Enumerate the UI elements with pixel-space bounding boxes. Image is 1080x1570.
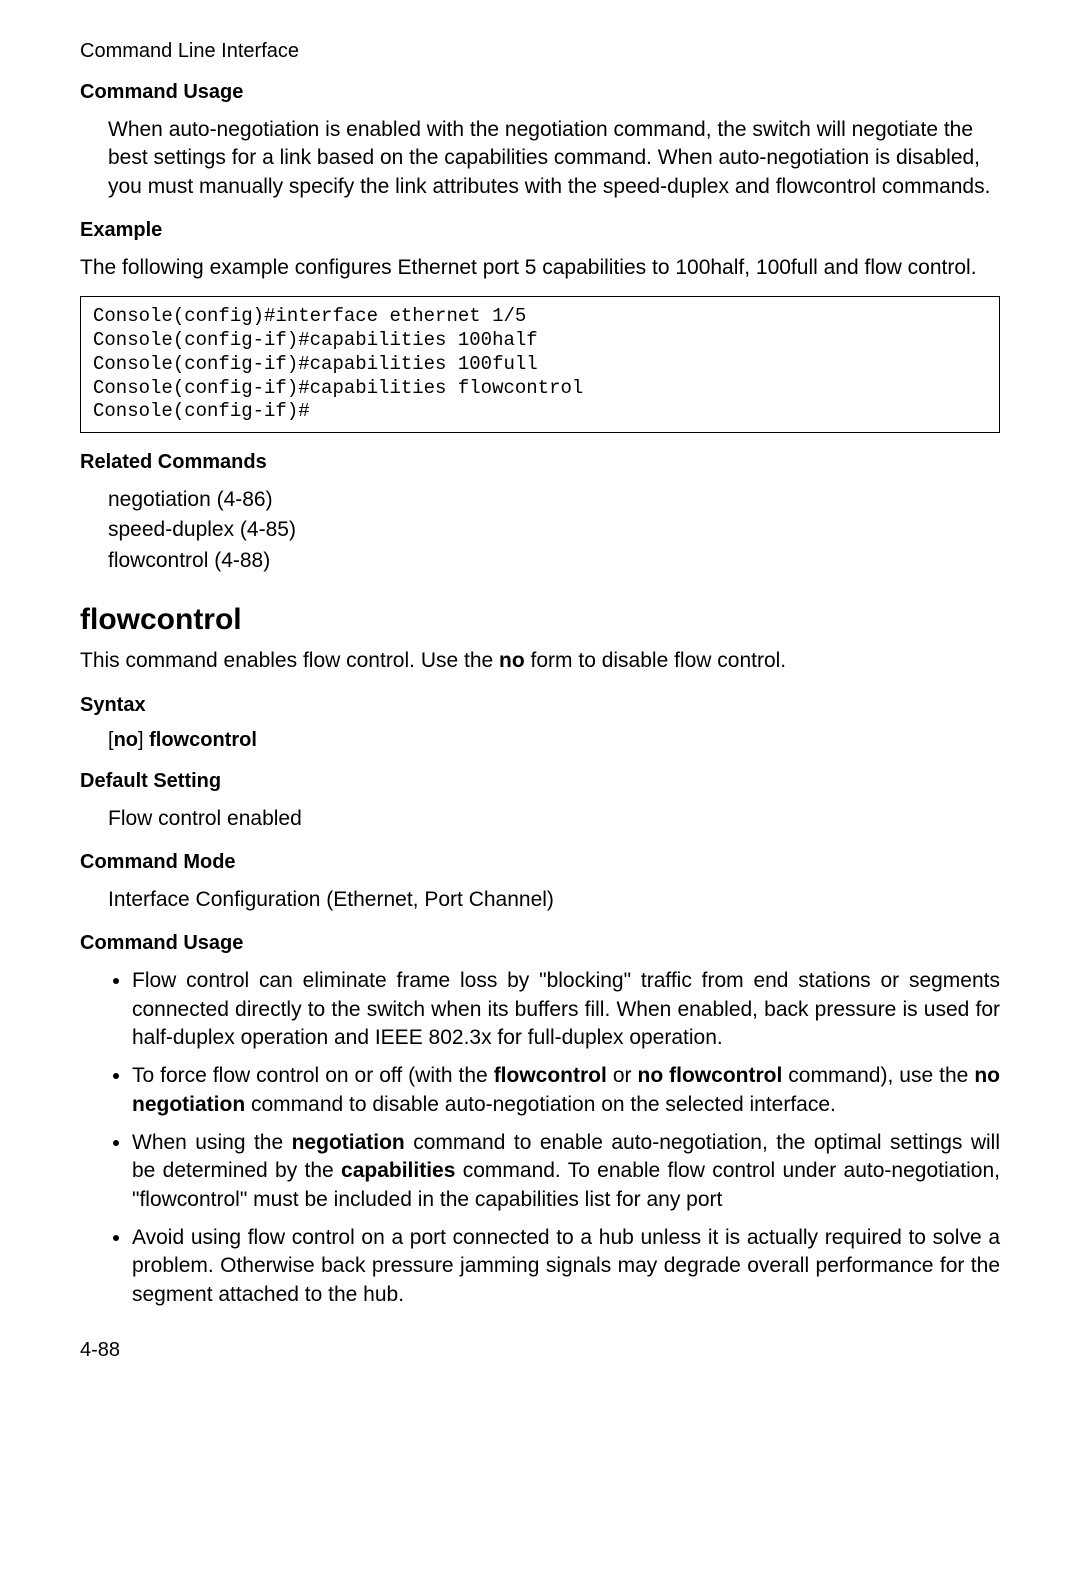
text: form to disable flow control. xyxy=(525,649,786,672)
command-title: flowcontrol xyxy=(80,603,1000,637)
heading-command-usage-2: Command Usage xyxy=(80,932,1000,955)
text: command), use the xyxy=(782,1064,974,1087)
heading-default-setting: Default Setting xyxy=(80,770,1000,793)
keyword: flowcontrol xyxy=(494,1064,607,1087)
keyword: negotiation xyxy=(292,1131,405,1154)
heading-command-mode: Command Mode xyxy=(80,851,1000,874)
paragraph: When auto-negotiation is enabled with th… xyxy=(108,116,1000,201)
text: command to disable auto-negotiation on t… xyxy=(245,1093,836,1116)
related-command-link: speed-duplex (4-85) xyxy=(108,516,1000,544)
text: When using the xyxy=(132,1131,292,1154)
heading-syntax: Syntax xyxy=(80,694,1000,717)
keyword-flowcontrol: flowcontrol xyxy=(149,729,257,751)
bullet-item: Flow control can eliminate frame loss by… xyxy=(132,967,1000,1052)
document-page: Command Line Interface Command Usage Whe… xyxy=(0,0,1080,1402)
running-header: Command Line Interface xyxy=(80,40,1000,63)
text: This command enables flow control. Use t… xyxy=(80,649,499,672)
keyword-no: no xyxy=(499,649,525,672)
bracket-close: ] xyxy=(138,729,149,751)
default-setting-value: Flow control enabled xyxy=(108,805,1000,833)
keyword: no flowcontrol xyxy=(638,1064,783,1087)
heading-example: Example xyxy=(80,219,1000,242)
paragraph: The following example configures Etherne… xyxy=(80,254,1000,282)
related-command-link: negotiation (4-86) xyxy=(108,486,1000,514)
usage-bullets: Flow control can eliminate frame loss by… xyxy=(132,967,1000,1309)
heading-command-usage: Command Usage xyxy=(80,81,1000,104)
command-mode-value: Interface Configuration (Ethernet, Port … xyxy=(108,886,1000,914)
keyword: capabilities xyxy=(341,1159,455,1182)
text: To force flow control on or off (with th… xyxy=(132,1064,494,1087)
related-command-link: flowcontrol (4-88) xyxy=(108,547,1000,575)
page-number: 4-88 xyxy=(80,1339,1000,1362)
code-block: Console(config)#interface ethernet 1/5 C… xyxy=(80,296,1000,433)
keyword-no: no xyxy=(114,729,138,751)
heading-related-commands: Related Commands xyxy=(80,451,1000,474)
syntax-line: [no] flowcontrol xyxy=(108,729,1000,752)
bullet-item: When using the negotiation command to en… xyxy=(132,1129,1000,1214)
command-intro: This command enables flow control. Use t… xyxy=(80,647,1000,675)
bullet-item: Avoid using flow control on a port conne… xyxy=(132,1224,1000,1309)
bullet-item: To force flow control on or off (with th… xyxy=(132,1062,1000,1119)
text: or xyxy=(607,1064,638,1087)
